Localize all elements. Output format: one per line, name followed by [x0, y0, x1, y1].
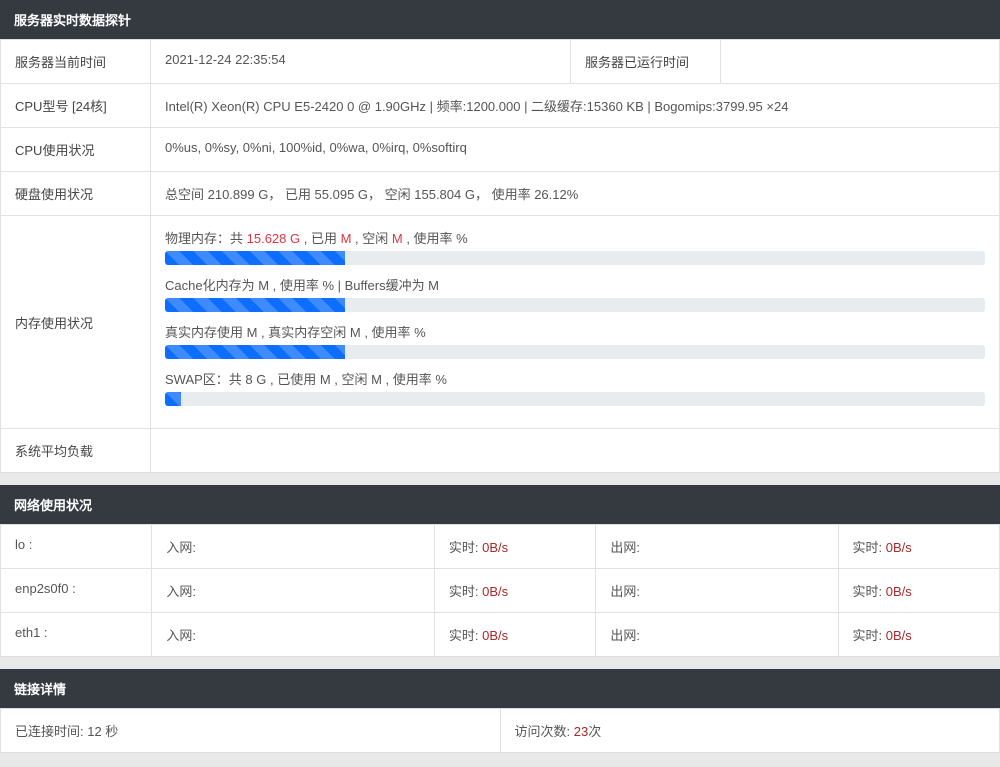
realtime-table: 服务器当前时间 2021-12-24 22:35:54 服务器已运行时间 CPU…	[0, 39, 1000, 473]
mem-cache-bar-bg	[165, 298, 985, 312]
row-cpu-model: CPU型号 [24核] Intel(R) Xeon(R) CPU E5-2420…	[1, 84, 1000, 128]
cell-visit-count: 访问次数: 23次	[500, 709, 1000, 753]
mem-phys-prefix: 物理内存：共	[165, 231, 247, 246]
row-link-details: 已连接时间: 12 秒 访问次数: 23次	[1, 709, 1000, 753]
net-in-rt: 实时: 0B/s	[434, 569, 595, 613]
mem-swap-bar	[165, 392, 181, 406]
net-iface-name: lo :	[1, 525, 152, 569]
net-in-label: 入网:	[152, 525, 435, 569]
net-row: enp2s0f0 :入网:实时: 0B/s出网:实时: 0B/s	[1, 569, 1000, 613]
network-panel: 网络使用状况 lo :入网:实时: 0B/s出网:实时: 0B/senp2s0f…	[0, 485, 1000, 657]
net-iface-name: eth1 :	[1, 613, 152, 657]
net-out-label: 出网:	[596, 613, 838, 657]
cell-connected-time: 已连接时间: 12 秒	[1, 709, 501, 753]
value-uptime	[721, 40, 1000, 84]
row-mem-usage: 内存使用状况 物理内存：共 15.628 G , 已用 M , 空闲 M , 使…	[1, 216, 1000, 429]
value-load-avg	[151, 429, 1000, 473]
row-disk-usage: 硬盘使用状况 总空间 210.899 G， 已用 55.095 G， 空闲 15…	[1, 172, 1000, 216]
net-out-label: 出网:	[596, 525, 838, 569]
mem-swap-block: SWAP区：共 8 G , 已使用 M , 空闲 M , 使用率 %	[165, 369, 985, 406]
net-out-rt: 实时: 0B/s	[838, 525, 999, 569]
value-visit-count: 23	[574, 724, 588, 739]
mem-phys-m2: , 空闲	[351, 231, 391, 246]
link-table: 已连接时间: 12 秒 访问次数: 23次	[0, 708, 1000, 753]
mem-cache-bar	[165, 298, 345, 312]
row-load-avg: 系统平均负载	[1, 429, 1000, 473]
mem-phys-free: M	[392, 231, 403, 246]
mem-phys-used: M	[341, 231, 352, 246]
net-in-label: 入网:	[152, 569, 435, 613]
net-in-rt: 实时: 0B/s	[434, 525, 595, 569]
mem-phys-m1: , 已用	[300, 231, 340, 246]
row-cpu-usage: CPU使用状况 0%us, 0%sy, 0%ni, 100%id, 0%wa, …	[1, 128, 1000, 172]
mem-phys-text: 物理内存：共 15.628 G , 已用 M , 空闲 M , 使用率 %	[165, 231, 468, 246]
net-out-label: 出网:	[596, 569, 838, 613]
mem-cache-text: Cache化内存为 M , 使用率 % | Buffers缓冲为 M	[165, 278, 439, 293]
mem-phys-m3: , 使用率	[403, 231, 456, 246]
suffix-visit-count: 次	[588, 724, 601, 739]
value-disk-usage: 总空间 210.899 G， 已用 55.095 G， 空闲 155.804 G…	[151, 172, 1000, 216]
network-table: lo :入网:实时: 0B/s出网:实时: 0B/senp2s0f0 :入网:实…	[0, 524, 1000, 657]
label-current-time: 服务器当前时间	[1, 40, 151, 84]
net-out-rt: 实时: 0B/s	[838, 613, 999, 657]
mem-phys-bar-bg	[165, 251, 985, 265]
value-current-time: 2021-12-24 22:35:54	[151, 40, 571, 84]
label-connected-time: 已连接时间:	[15, 724, 87, 739]
net-iface-name: enp2s0f0 :	[1, 569, 152, 613]
net-in-rt: 实时: 0B/s	[434, 613, 595, 657]
network-panel-header: 网络使用状况	[0, 485, 1000, 524]
net-out-rt: 实时: 0B/s	[838, 569, 999, 613]
link-panel-header: 链接详情	[0, 669, 1000, 708]
value-cpu-usage: 0%us, 0%sy, 0%ni, 100%id, 0%wa, 0%irq, 0…	[151, 128, 1000, 172]
label-cpu-model: CPU型号 [24核]	[1, 84, 151, 128]
mem-phys-rate: %	[456, 231, 468, 246]
realtime-panel: 服务器实时数据探针 服务器当前时间 2021-12-24 22:35:54 服务…	[0, 0, 1000, 473]
label-uptime: 服务器已运行时间	[571, 40, 721, 84]
mem-real-block: 真实内存使用 M , 真实内存空闲 M , 使用率 %	[165, 322, 985, 359]
mem-real-bar	[165, 345, 345, 359]
mem-real-text: 真实内存使用 M , 真实内存空闲 M , 使用率 %	[165, 325, 426, 340]
label-mem-usage: 内存使用状况	[1, 216, 151, 429]
mem-phys-total: 15.628 G	[247, 231, 301, 246]
realtime-panel-header: 服务器实时数据探针	[0, 0, 1000, 39]
value-connected-time: 12 秒	[87, 724, 118, 739]
mem-phys-bar	[165, 251, 345, 265]
label-visit-count: 访问次数:	[515, 724, 574, 739]
link-panel: 链接详情 已连接时间: 12 秒 访问次数: 23次	[0, 669, 1000, 753]
net-row: lo :入网:实时: 0B/s出网:实时: 0B/s	[1, 525, 1000, 569]
mem-physical-block: 物理内存：共 15.628 G , 已用 M , 空闲 M , 使用率 %	[165, 228, 985, 265]
label-disk-usage: 硬盘使用状况	[1, 172, 151, 216]
mem-cache-block: Cache化内存为 M , 使用率 % | Buffers缓冲为 M	[165, 275, 985, 312]
label-load-avg: 系统平均负载	[1, 429, 151, 473]
mem-real-bar-bg	[165, 345, 985, 359]
net-row: eth1 :入网:实时: 0B/s出网:实时: 0B/s	[1, 613, 1000, 657]
row-server-time: 服务器当前时间 2021-12-24 22:35:54 服务器已运行时间	[1, 40, 1000, 84]
net-in-label: 入网:	[152, 613, 435, 657]
mem-swap-text: SWAP区：共 8 G , 已使用 M , 空闲 M , 使用率 %	[165, 372, 447, 387]
label-cpu-usage: CPU使用状况	[1, 128, 151, 172]
value-cpu-model: Intel(R) Xeon(R) CPU E5-2420 0 @ 1.90GHz…	[151, 84, 1000, 128]
value-mem-usage: 物理内存：共 15.628 G , 已用 M , 空闲 M , 使用率 % Ca…	[151, 216, 1000, 429]
mem-swap-bar-bg	[165, 392, 985, 406]
